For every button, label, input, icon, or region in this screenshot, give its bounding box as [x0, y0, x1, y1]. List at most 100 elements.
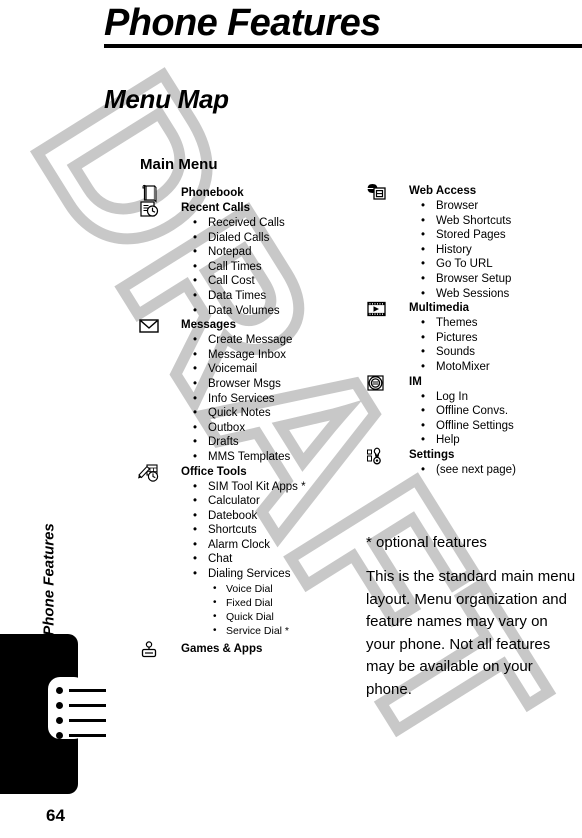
menu-subitem-label: Service Dial *	[226, 625, 290, 638]
joystick-icon	[136, 640, 164, 660]
list-item: • Notepad	[136, 245, 351, 260]
menu-group-games-apps: Games & Apps	[136, 640, 351, 660]
list-item: • Voice Dial	[136, 582, 351, 596]
menu-item-label: MMS Templates	[208, 450, 291, 463]
bullet-icon: •	[193, 392, 198, 405]
menu-item-label: Notepad	[208, 246, 252, 259]
menu-item-label: Help	[436, 434, 460, 447]
menu-item-label: Voicemail	[208, 363, 258, 376]
bullet-icon: •	[193, 275, 198, 288]
menu-group-recent-calls: Recent Calls • Received Calls • Dialed Cal…	[136, 201, 351, 318]
menu-item-label: Call Cost	[208, 275, 255, 288]
bullet-icon: •	[421, 229, 426, 242]
list-item: • Web Sessions	[364, 287, 579, 302]
list-item: • Info Services	[136, 392, 351, 407]
bullet-icon: •	[193, 260, 198, 273]
bullet-icon: •	[421, 405, 426, 418]
menu-item-label: Shortcuts	[208, 524, 257, 537]
list-item: • Quick Dial	[136, 610, 351, 624]
menu-item-list: • Browser • Web Shortcuts • Stored Pages • H…	[364, 199, 579, 301]
list-item: • Go To URL	[364, 257, 579, 272]
menu-item-label: Datebook	[208, 509, 258, 522]
menu-item-label: SIM Tool Kit Apps *	[208, 480, 306, 493]
list-item: • Message Inbox	[136, 348, 351, 363]
menu-item-label: Go To URL	[436, 258, 493, 271]
bullet-icon: •	[193, 348, 198, 361]
bullet-icon: •	[421, 200, 426, 212]
list-item: • Themes	[364, 316, 579, 331]
menu-group-multimedia: Multimedia • Themes • Pictures • Sounds • Mo…	[364, 301, 579, 374]
bullet-icon: •	[193, 289, 198, 302]
list-item: • (see next page)	[364, 463, 579, 478]
menu-item-label: Message Inbox	[208, 348, 286, 361]
bullet-icon: •	[193, 334, 198, 347]
menu-item-label: Received Calls	[208, 217, 285, 229]
bullet-icon: •	[213, 582, 217, 594]
list-item: • Quick Notes	[136, 406, 351, 421]
menu-group-title: Multimedia	[409, 302, 470, 315]
bullet-icon: •	[193, 480, 198, 493]
menu-group-header: Games & Apps	[136, 640, 351, 660]
menu-group-office-tools: Office Tools • SIM Tool Kit Apps * • Calcu…	[136, 463, 351, 639]
menu-group-title: Phonebook	[181, 187, 244, 199]
menu-layout-note: This is the standard main menu layout. M…	[366, 568, 576, 698]
bullet-icon: •	[421, 243, 426, 256]
menu-group-title: Recent Calls	[181, 202, 251, 214]
menu-item-label: Web Shortcuts	[436, 214, 512, 227]
list-item: • Datebook	[136, 509, 351, 524]
menu-item-label: Web Sessions	[436, 287, 510, 300]
menu-list-bar	[69, 704, 106, 707]
bullet-icon: •	[421, 331, 426, 344]
list-item: • Service Dial *	[136, 624, 351, 638]
bullet-icon: •	[421, 214, 426, 227]
menu-subitem-list: • Voice Dial • Fixed Dial • Quick Dial • Ser…	[136, 582, 351, 639]
menu-item-label: Create Message	[208, 334, 293, 347]
list-item: • Chat	[136, 552, 351, 567]
main-menu-label: Main Menu	[140, 156, 218, 173]
side-tab-label: Phone Features	[40, 523, 58, 636]
title-divider	[104, 44, 582, 48]
bullet-icon: •	[421, 419, 426, 432]
menu-group-header: Web Access	[364, 183, 579, 200]
menu-item-list: • SIM Tool Kit Apps * • Calculator • Datebo…	[136, 480, 351, 582]
page-number: 64	[46, 806, 65, 825]
section-title: Menu Map	[104, 84, 229, 114]
page-title: Phone Features	[104, 2, 381, 44]
menu-item-label: Data Times	[208, 289, 267, 302]
menu-item-label: (see next page)	[436, 463, 516, 476]
list-item: • Calculator	[136, 494, 351, 509]
side-tab-notch	[48, 677, 86, 739]
menu-item-label: Call Times	[208, 260, 262, 273]
menu-list-dot	[56, 732, 63, 739]
menu-item-label: Browser	[436, 200, 479, 212]
menu-group-messages: Messages • Create Message • Message Inbox …	[136, 318, 351, 464]
menu-group-settings: Settings • (see next page)	[364, 447, 579, 478]
bullet-icon: •	[193, 217, 198, 229]
menu-group-title: Games & Apps	[181, 643, 263, 656]
list-item: • Create Message	[136, 333, 351, 348]
manual-page: DRAFT Phone Features Menu Map Main Menu	[0, 0, 582, 838]
menu-item-list: • (see next page)	[364, 463, 579, 478]
bullet-icon: •	[193, 538, 198, 551]
menu-group-web-access: Web Access • Browser • Web Shortcuts • Stor…	[364, 183, 579, 301]
menu-group-header: Settings	[364, 447, 579, 465]
bullet-icon: •	[421, 258, 426, 271]
menu-item-list: • Received Calls • Dialed Calls • Notepad •…	[136, 216, 351, 318]
menu-item-label: Browser Msgs	[208, 377, 281, 390]
list-item: • Data Times	[136, 289, 351, 304]
menu-subitem-label: Voice Dial	[226, 582, 273, 595]
bullet-icon: •	[193, 436, 198, 449]
bullet-icon: •	[193, 450, 198, 463]
optional-features-note: * optional features	[366, 534, 487, 551]
menu-item-label: Dialing Services	[208, 568, 291, 581]
menu-item-label: Chat	[208, 553, 233, 566]
menu-subitem-label: Fixed Dial	[226, 596, 273, 609]
menu-group-header: IM	[364, 374, 579, 391]
menu-list-bar	[69, 734, 106, 737]
menu-group-im: IM • Log In • Offline Convs. • Offline Sett…	[364, 374, 579, 448]
menu-group-header: Phonebook	[136, 184, 351, 203]
bullet-icon: •	[421, 390, 426, 403]
menu-column-right: Web Access • Browser • Web Shortcuts • Stor…	[364, 183, 579, 478]
list-item: • Received Calls	[136, 216, 351, 231]
bullet-icon: •	[193, 231, 198, 244]
